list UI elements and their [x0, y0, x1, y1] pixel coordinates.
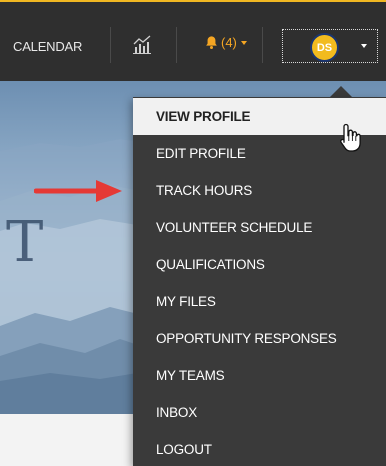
top-navbar: CALENDAR (4) DS	[0, 0, 386, 81]
menu-item-my-teams[interactable]: MY TEAMS	[133, 357, 386, 394]
hero-title-fragment: T	[6, 210, 44, 275]
hand-pointer-icon	[340, 123, 361, 152]
menu-item-track-hours[interactable]: TRACK HOURS	[133, 172, 386, 209]
nav-divider	[262, 27, 263, 63]
notification-count: (4)	[221, 35, 237, 50]
profile-menu-toggle[interactable]: DS	[282, 29, 378, 63]
menu-item-qualifications[interactable]: QUALIFICATIONS	[133, 246, 386, 283]
menu-item-logout[interactable]: LOGOUT	[133, 431, 386, 466]
dropdown-pointer	[330, 86, 352, 97]
caret-down-icon	[240, 40, 247, 45]
nav-divider	[176, 27, 177, 63]
bar-chart-icon[interactable]	[131, 33, 153, 55]
red-arrow-icon	[34, 180, 122, 202]
menu-item-my-files[interactable]: MY FILES	[133, 283, 386, 320]
bell-icon	[206, 36, 217, 49]
avatar[interactable]: DS	[310, 33, 339, 62]
caret-down-icon	[361, 44, 367, 48]
menu-item-opportunity-responses[interactable]: OPPORTUNITY RESPONSES	[133, 320, 386, 357]
page: CALENDAR (4) DS T VIEW PROFILE EDIT PROF…	[0, 0, 386, 466]
notifications-button[interactable]: (4)	[204, 35, 247, 50]
menu-item-inbox[interactable]: INBOX	[133, 394, 386, 431]
nav-calendar-link[interactable]: CALENDAR	[13, 39, 82, 54]
menu-item-volunteer-schedule[interactable]: VOLUNTEER SCHEDULE	[133, 209, 386, 246]
nav-divider	[110, 27, 111, 63]
